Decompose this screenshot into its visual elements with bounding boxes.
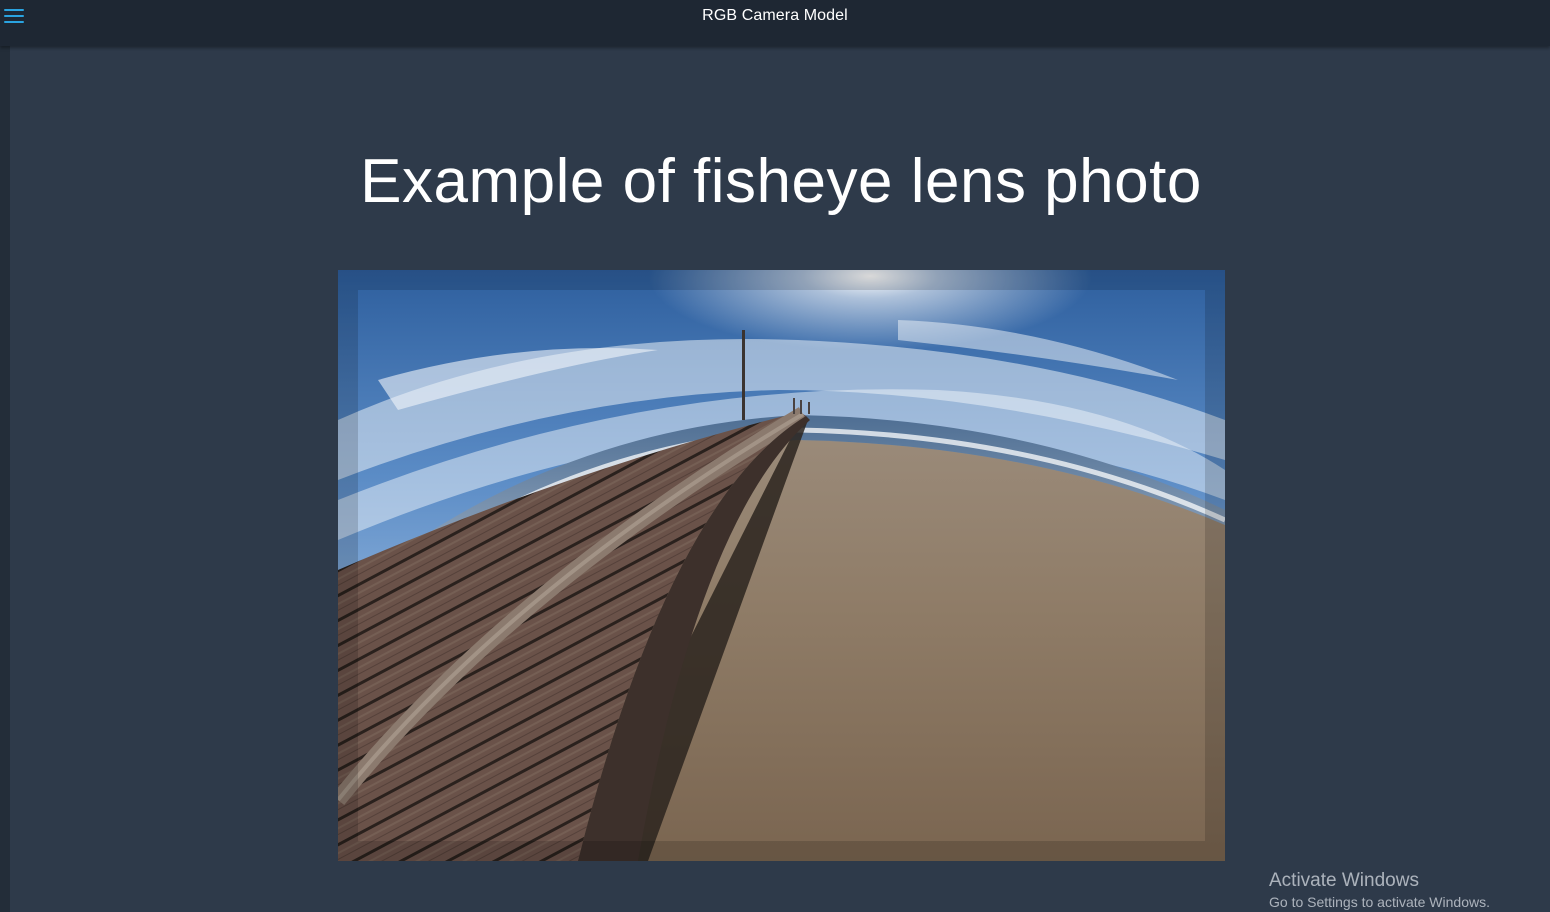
windows-activation-watermark: Activate Windows Go to Settings to activ…	[1269, 869, 1490, 911]
fisheye-photo	[338, 270, 1225, 861]
slide-heading: Example of fisheye lens photo	[360, 147, 1202, 216]
app-title: RGB Camera Model	[702, 7, 848, 24]
watermark-subtitle: Go to Settings to activate Windows.	[1269, 894, 1490, 910]
top-bar: RGB Camera Model	[0, 0, 1550, 46]
watermark-title: Activate Windows	[1269, 870, 1419, 891]
